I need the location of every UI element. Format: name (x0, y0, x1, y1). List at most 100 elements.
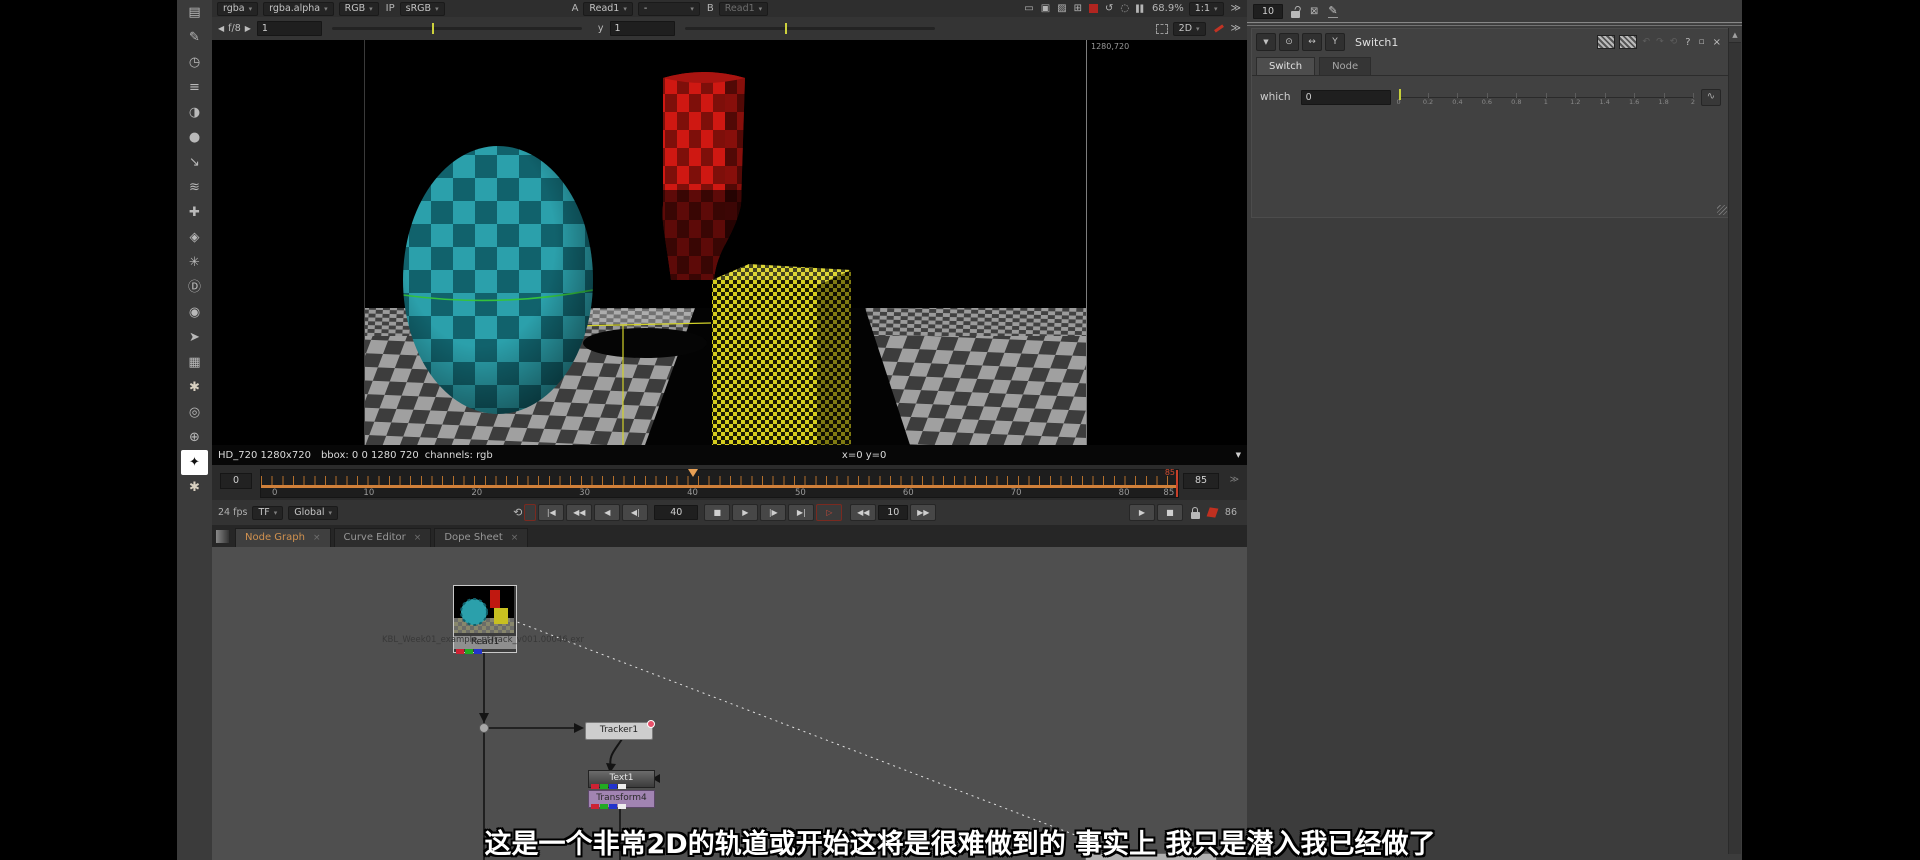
postage-stamp2-button[interactable] (1618, 35, 1637, 49)
monitor2-icon[interactable]: ▣ (1041, 3, 1050, 14)
transform-node[interactable]: Transform4 (588, 790, 655, 809)
fstop-next-arrow[interactable]: ▶ (245, 24, 251, 33)
draw-icon[interactable]: ✎ (177, 25, 212, 50)
undo-icon[interactable]: ↶ (1643, 37, 1651, 47)
filter-icon[interactable]: ● (177, 125, 212, 150)
text-node[interactable]: Text1 (588, 770, 655, 789)
monitor-out-icon[interactable]: ▭ (1024, 3, 1033, 14)
lock-range-icon[interactable] (1190, 507, 1200, 519)
input-a-dropdown[interactable]: Read1 ▾ (583, 1, 633, 16)
close-icon[interactable]: × (414, 533, 422, 543)
merge-icon[interactable]: ≋ (177, 175, 212, 200)
channels-dropdown[interactable]: rgba ▾ (217, 1, 259, 16)
plugin-target-icon[interactable]: ⊕ (177, 425, 212, 450)
colorspace-dropdown[interactable]: sRGB ▾ (399, 1, 445, 16)
panel-resize-grip[interactable] (1717, 205, 1727, 215)
fstop-label[interactable]: f/8 (228, 23, 241, 34)
tracker-node[interactable]: Tracker1 (585, 720, 655, 740)
playhead[interactable] (687, 469, 698, 477)
refresh-icon[interactable]: ↺ (1105, 3, 1113, 14)
skip-forward-button[interactable]: ▶▶ (910, 504, 937, 521)
postage-stamp-button[interactable] (1596, 35, 1615, 49)
time-icon[interactable]: ◷ (177, 50, 212, 75)
more-chevrons-icon[interactable]: ≫ (1231, 23, 1241, 34)
pixel-ratio-dropdown[interactable]: 1:1 ▾ (1188, 1, 1224, 16)
content-menu-icon[interactable] (216, 530, 229, 543)
node-graph[interactable]: Read1 KBL_Week01_example_ptTrack_v001.00… (212, 547, 1247, 860)
tf-dropdown[interactable]: TF ▾ (252, 505, 284, 520)
toolsets-icon[interactable]: ▦ (177, 350, 212, 375)
tab-switch[interactable]: Switch (1256, 57, 1316, 75)
properties-scrollbar[interactable]: ▲ (1728, 28, 1741, 854)
pencil-icon[interactable]: ✎ (1328, 4, 1338, 18)
plugin-grab-icon[interactable]: ✦ (181, 450, 208, 475)
loop-indicator[interactable] (524, 504, 537, 521)
plugin-paint2-icon[interactable]: ✱ (177, 475, 212, 500)
red-mask-icon[interactable] (1213, 24, 1224, 33)
close-panel-button[interactable]: × (1713, 37, 1721, 48)
gamma-slider-handle[interactable] (784, 23, 787, 34)
redo-icon[interactable]: ↷ (1656, 37, 1664, 47)
views-icon[interactable]: ◉ (177, 300, 212, 325)
tab-curve-editor[interactable]: Curve Editor × (333, 528, 432, 547)
info-caret-icon[interactable]: ▼ (1236, 451, 1241, 459)
gain-slider-handle[interactable] (431, 23, 434, 34)
range-end-field[interactable]: 85 (1183, 473, 1219, 489)
center-node-button[interactable]: ⊙ (1279, 33, 1299, 51)
current-frame-field[interactable]: 40 (654, 505, 699, 520)
unlock-icon[interactable] (1291, 10, 1300, 18)
step-forward-button[interactable]: |▶ (760, 504, 787, 521)
slider-current-marker[interactable] (1398, 89, 1401, 100)
timeline-ruler[interactable]: 0 10 20 30 40 50 60 70 80 85 85 (260, 468, 1179, 498)
display-channel-dropdown[interactable]: RGB ▾ (338, 1, 379, 16)
skip-back-button[interactable]: ◀◀ (850, 504, 877, 521)
gamma-field[interactable]: 1 (609, 21, 675, 36)
color-icon[interactable]: ◑ (177, 100, 212, 125)
which-field[interactable]: 0 (1300, 89, 1391, 105)
scroll-up-icon[interactable]: ▲ (1729, 28, 1741, 43)
plugin-paint-icon[interactable]: ✱ (177, 375, 212, 400)
tab-node-graph[interactable]: Node Graph × (235, 528, 331, 547)
gain-slider[interactable] (331, 23, 582, 34)
step-back-button[interactable]: ◀| (622, 504, 649, 521)
layer-dropdown[interactable]: rgba.alpha ▾ (263, 1, 334, 16)
flipbook-button[interactable]: ▶ (1128, 504, 1155, 521)
loop-mode-icon[interactable]: ⟲ (513, 506, 522, 519)
update-icon[interactable]: ◌ (1120, 3, 1129, 14)
close-icon[interactable]: × (313, 533, 321, 543)
which-slider[interactable]: 0 0.2 0.4 0.6 0.8 1 1.2 1.4 1.6 1.8 2 (1397, 87, 1695, 107)
deep-icon[interactable]: Ⓓ (177, 275, 212, 300)
float-panel-button[interactable]: ▫ (1699, 37, 1705, 47)
channel-icon[interactable]: ≡ (177, 75, 212, 100)
stop-button[interactable]: ■ (704, 504, 731, 521)
view-mode-dropdown[interactable]: 2D ▾ (1172, 21, 1206, 36)
threed-icon[interactable]: ◈ (177, 225, 212, 250)
gain-field[interactable]: 1 (256, 21, 322, 36)
play-backward-button[interactable]: ◀ (594, 504, 621, 521)
play-forward-button[interactable]: ▶ (732, 504, 759, 521)
frame-increment-field[interactable]: 10 (878, 505, 909, 520)
stop-render-button[interactable]: ■ (1156, 504, 1183, 521)
plugin-ofx-icon[interactable]: ◎ (177, 400, 212, 425)
max-panels-field[interactable]: 10 (1253, 3, 1283, 19)
zoom-level[interactable]: 68.9% (1152, 3, 1184, 14)
range-start-field[interactable]: 0 (220, 473, 252, 489)
node-arrows-button[interactable]: ↔ (1302, 33, 1322, 51)
wipe-mode-dropdown[interactable]: - ▾ (637, 1, 700, 16)
goto-start-button[interactable]: |◀ (538, 504, 565, 521)
help-button[interactable]: ? (1685, 37, 1690, 48)
goto-end-button[interactable]: ▶| (788, 504, 815, 521)
clear-panels-icon[interactable]: ⊠ (1310, 6, 1318, 17)
input-process-toggle[interactable]: IP (386, 3, 395, 14)
fstop-prev-arrow[interactable]: ◀ (218, 24, 224, 33)
timeline-chevron-icon[interactable]: ≫ (1230, 475, 1239, 485)
input-b-dropdown[interactable]: Read1 ▾ (718, 1, 769, 16)
transform-icon[interactable]: ✚ (177, 200, 212, 225)
prev-keyframe-button[interactable]: ◀◀ (566, 504, 593, 521)
gamma-slider[interactable] (684, 23, 935, 34)
record-button[interactable]: ▷ (816, 504, 843, 521)
wipe-icon[interactable]: ▨ (1057, 3, 1066, 14)
roi-icon[interactable] (1155, 23, 1168, 34)
render-flag-icon[interactable] (1206, 507, 1219, 518)
stack-icon[interactable]: ⊞ (1074, 3, 1082, 14)
